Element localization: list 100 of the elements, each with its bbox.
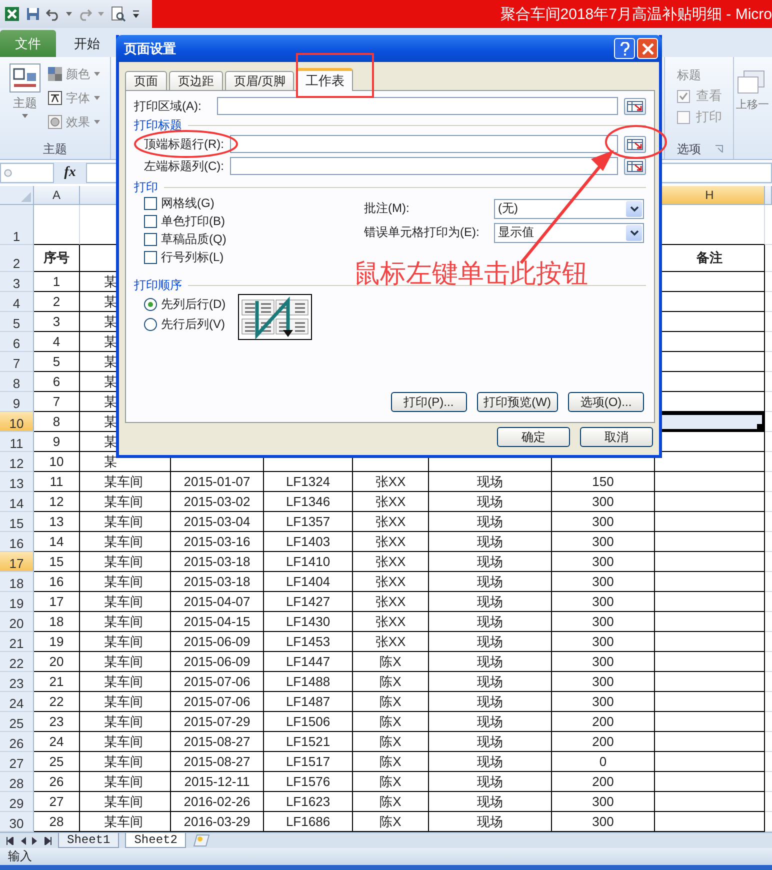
- range-picker-button[interactable]: [624, 158, 646, 174]
- range-picker-button[interactable]: [624, 98, 646, 114]
- row-header[interactable]: 4: [0, 292, 34, 312]
- caret-icon[interactable]: [66, 12, 72, 16]
- sheet-tab[interactable]: Sheet2: [125, 833, 186, 848]
- range-picker-button[interactable]: [624, 136, 646, 152]
- checkbox[interactable]: [677, 90, 690, 102]
- row-header[interactable]: 29: [0, 792, 34, 812]
- last-sheet-icon[interactable]: [44, 836, 52, 844]
- dialog-title: 页面设置: [124, 40, 176, 58]
- row-header[interactable]: 24: [0, 692, 34, 712]
- sheet-tab[interactable]: Sheet1: [58, 833, 120, 848]
- dialog-tab[interactable]: 页面: [125, 71, 167, 90]
- table-cell: 25: [34, 752, 80, 772]
- table-cell: 现场: [429, 792, 552, 812]
- dialog-button[interactable]: 打印预览(W): [476, 392, 558, 412]
- column-header[interactable]: A: [34, 186, 80, 205]
- dropdown[interactable]: (无): [494, 198, 644, 218]
- row-header[interactable]: 25: [0, 712, 34, 732]
- table-cell: 张XX: [353, 472, 429, 492]
- table-cell: 300: [552, 492, 655, 512]
- table-cell: 12: [34, 492, 80, 512]
- table-cell: 现场: [429, 512, 552, 532]
- row-header[interactable]: 18: [0, 572, 34, 592]
- dialog-tab[interactable]: 页眉/页脚: [225, 71, 294, 90]
- input-field[interactable]: [230, 135, 618, 153]
- ribbon-tab[interactable]: 文件: [0, 30, 56, 57]
- row-header[interactable]: 26: [0, 732, 34, 752]
- row-header[interactable]: 16: [0, 532, 34, 552]
- dialog-tab[interactable]: 工作表: [296, 68, 354, 91]
- table-cell: 300: [552, 652, 655, 672]
- ok-button[interactable]: 确定: [497, 427, 570, 447]
- function-label[interactable]: fx: [58, 165, 82, 181]
- row-header[interactable]: 2: [0, 245, 34, 272]
- row-header[interactable]: 12: [0, 452, 34, 472]
- option-heading: 标题: [677, 67, 702, 84]
- row-header[interactable]: 21: [0, 632, 34, 652]
- row-header[interactable]: 5: [0, 312, 34, 332]
- row-header[interactable]: 27: [0, 752, 34, 772]
- row-header[interactable]: 10: [0, 412, 34, 432]
- table-cell: 6: [34, 372, 80, 392]
- checkbox[interactable]: [144, 233, 157, 246]
- row-header[interactable]: 20: [0, 612, 34, 632]
- row-header[interactable]: 9: [0, 392, 34, 412]
- previous-sheet-icon[interactable]: [20, 836, 26, 844]
- close-button[interactable]: [637, 38, 658, 59]
- checkbox[interactable]: [144, 215, 157, 228]
- checkbox-option[interactable]: 草稿品质(Q): [144, 232, 364, 247]
- caret-icon: [22, 114, 28, 118]
- table-cell: 序号: [34, 245, 80, 272]
- next-sheet-icon[interactable]: [32, 836, 38, 844]
- table-cell: 某车间: [80, 792, 171, 812]
- input-field[interactable]: [217, 97, 618, 115]
- table-cell: 现场: [429, 772, 552, 792]
- bring-forward-button[interactable]: 上移一: [734, 57, 772, 112]
- chevron-down-icon: [630, 206, 638, 212]
- row-header[interactable]: 23: [0, 672, 34, 692]
- checkbox[interactable]: [144, 251, 157, 264]
- row-header[interactable]: 11: [0, 432, 34, 452]
- table-cell: 18: [34, 612, 80, 632]
- row-header[interactable]: 30: [0, 812, 34, 832]
- table-cell: 2015-04-15: [171, 612, 264, 632]
- table-cell: 13: [34, 512, 80, 532]
- dialog-button[interactable]: 选项(O)...: [568, 392, 644, 412]
- table-cell: 15: [34, 552, 80, 572]
- checkbox[interactable]: [677, 110, 690, 124]
- checkbox[interactable]: [144, 197, 157, 210]
- radio-button[interactable]: [144, 318, 157, 331]
- table-cell: 8: [34, 412, 80, 432]
- checkbox-option[interactable]: 单色打印(B): [144, 214, 364, 229]
- undo-icon[interactable]: [46, 7, 60, 21]
- theme-button[interactable]: 主题: [6, 61, 44, 139]
- row-header[interactable]: 15: [0, 512, 34, 532]
- row-header[interactable]: 13: [0, 472, 34, 492]
- row-header[interactable]: 7: [0, 352, 34, 372]
- checkbox-option[interactable]: 网格线(G): [144, 196, 364, 211]
- dropdown[interactable]: 显示值: [494, 222, 644, 242]
- save-icon[interactable]: [26, 7, 40, 21]
- customize-dropdown-icon[interactable]: [132, 9, 140, 19]
- row-header[interactable]: 22: [0, 652, 34, 672]
- row-header[interactable]: 1: [0, 205, 34, 245]
- radio-button[interactable]: [144, 298, 157, 311]
- table-cell: 22: [34, 692, 80, 712]
- first-sheet-icon[interactable]: [6, 836, 14, 844]
- table-cell: 2015-12-11: [171, 772, 264, 792]
- dialog-button[interactable]: 打印(P)...: [390, 392, 467, 412]
- row-header[interactable]: 8: [0, 372, 34, 392]
- row-header[interactable]: 14: [0, 492, 34, 512]
- row-header[interactable]: 17: [0, 552, 34, 572]
- ribbon-tab[interactable]: 开始: [60, 30, 114, 57]
- print-preview-icon[interactable]: [110, 6, 126, 22]
- row-header[interactable]: 28: [0, 772, 34, 792]
- cancel-button[interactable]: 取消: [580, 427, 653, 447]
- row-header[interactable]: 6: [0, 332, 34, 352]
- table-cell: 现场: [429, 712, 552, 732]
- input-field[interactable]: [230, 157, 618, 175]
- row-header[interactable]: 3: [0, 272, 34, 292]
- dialog-tab[interactable]: 页边距: [169, 71, 223, 90]
- row-header[interactable]: 19: [0, 592, 34, 612]
- help-button[interactable]: [614, 38, 635, 59]
